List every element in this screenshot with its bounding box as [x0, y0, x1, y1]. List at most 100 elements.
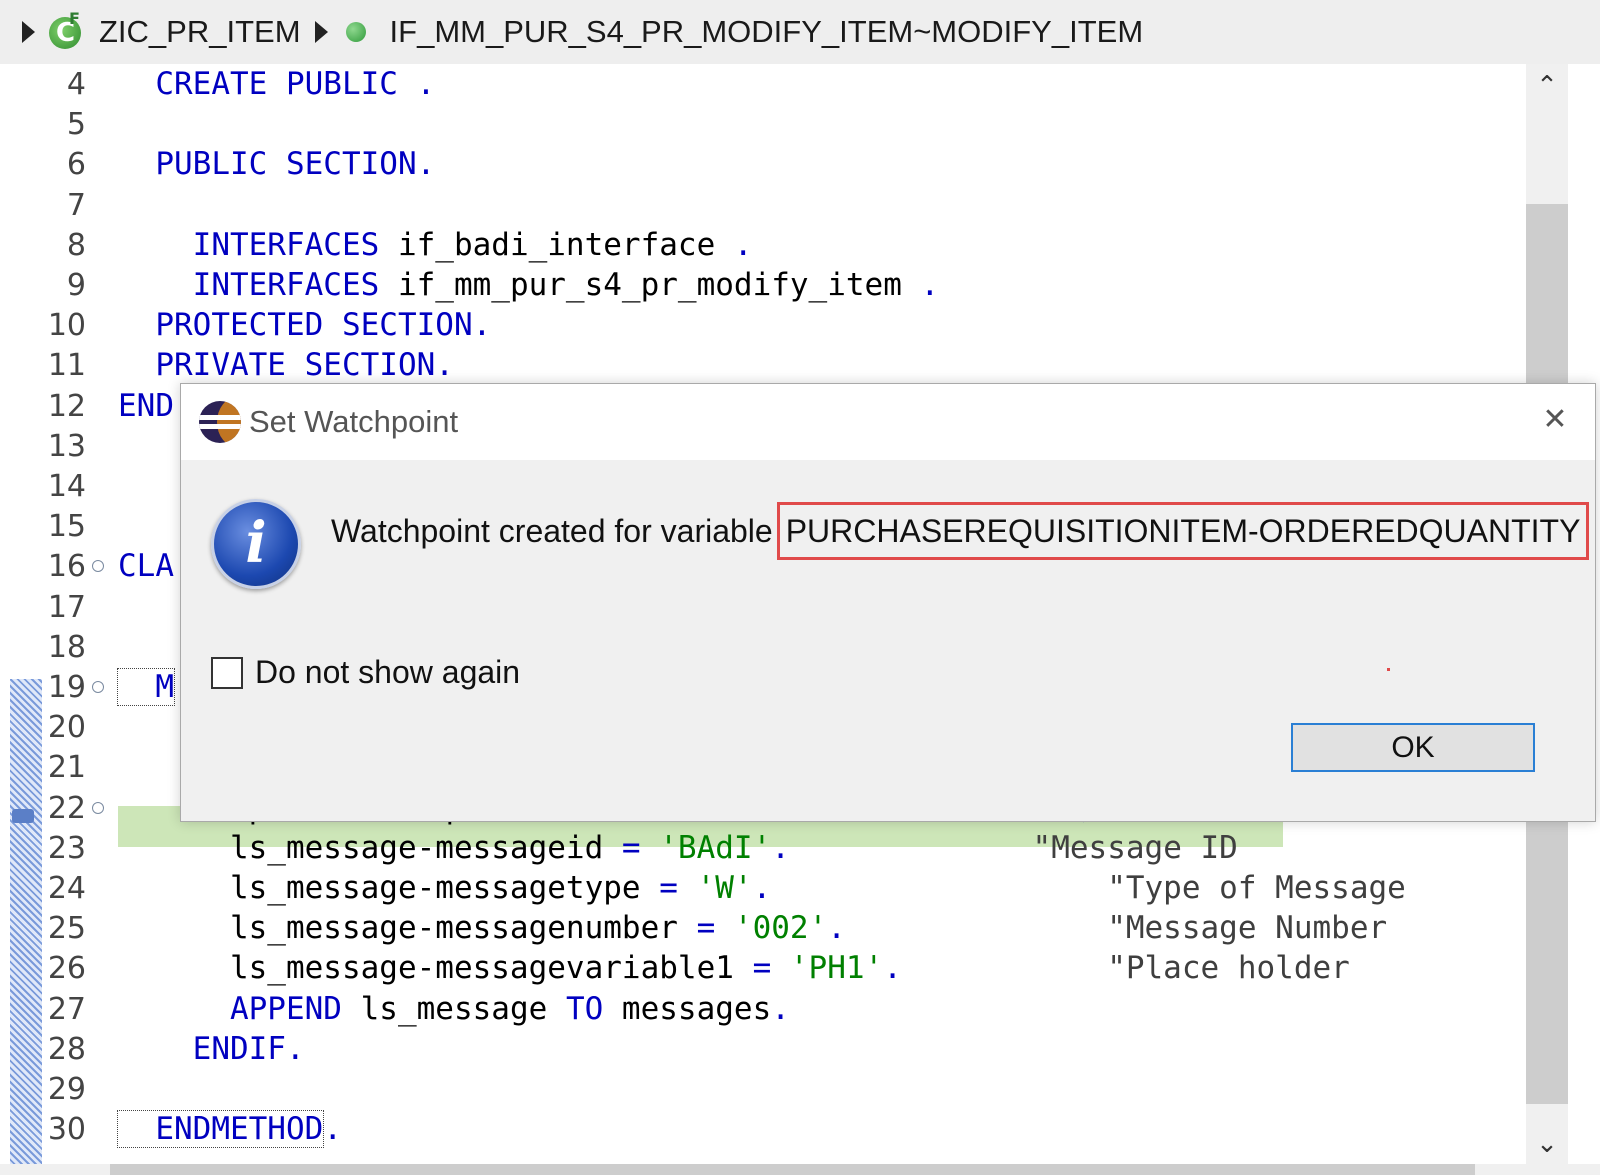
code-line[interactable]: 28 ENDIF. — [0, 1029, 1530, 1070]
class-icon: CF — [47, 9, 85, 51]
code-token: ENDIF. — [118, 1030, 305, 1067]
code-line[interactable]: 8 INTERFACES if_badi_interface . — [0, 225, 1530, 266]
code-line[interactable]: 5 — [0, 104, 1530, 145]
code-token: ls_message-messageid — [118, 829, 622, 866]
horizontal-scrollbar[interactable] — [0, 1164, 1600, 1175]
code-line[interactable]: 4 CREATE PUBLIC . — [0, 64, 1530, 105]
line-number: 13 — [47, 428, 86, 464]
breadcrumb-method[interactable]: IF_MM_PUR_S4_PR_MODIFY_ITEM~MODIFY_ITEM — [390, 14, 1144, 50]
line-number: 21 — [47, 750, 86, 786]
code-token: . — [771, 990, 790, 1027]
code-text: CREATE PUBLIC . — [118, 64, 435, 105]
code-line[interactable]: 24 ls_message-messagetype = 'W'. "Type o… — [0, 868, 1530, 909]
line-number: 23 — [47, 830, 86, 866]
code-text: ls_message-messagetype = 'W'. "Type of M… — [118, 868, 1406, 909]
line-number: 16 — [47, 549, 86, 585]
line-number: 10 — [47, 308, 86, 344]
code-line[interactable]: 23 ls_message-messageid = 'BAdI'. "Messa… — [0, 828, 1530, 869]
line-number: 12 — [47, 388, 86, 424]
code-token: PROTECTED SECTION. — [118, 307, 492, 344]
line-number: 19 — [47, 670, 86, 705]
method-icon — [345, 22, 366, 42]
fold-icon[interactable] — [92, 560, 104, 573]
line-number: 30 — [47, 1112, 86, 1148]
code-token: 'BAdI' — [640, 829, 772, 866]
code-token: . — [733, 226, 753, 263]
fold-icon[interactable] — [92, 801, 104, 814]
info-icon: i — [211, 499, 301, 589]
close-icon[interactable]: ✕ — [1535, 400, 1575, 440]
horizontal-scroll-thumb[interactable] — [110, 1164, 1475, 1175]
code-line[interactable]: 10 PROTECTED SECTION. — [0, 305, 1530, 346]
scroll-up-icon[interactable]: ⌃ — [1526, 66, 1568, 106]
stray-mark — [1387, 668, 1390, 671]
code-line[interactable]: 25 ls_message-messagenumber = '002'. "Me… — [0, 908, 1530, 949]
ok-button[interactable]: OK — [1291, 723, 1535, 772]
code-token: ls_message-messagetype — [118, 870, 660, 906]
code-line[interactable]: 27 APPEND ls_message TO messages. — [0, 989, 1530, 1030]
code-line[interactable]: 30 ENDMETHOD. — [0, 1109, 1530, 1150]
code-token: CREATE PUBLIC . — [118, 66, 436, 102]
code-token: if_mm_pur_s4_pr_modify_item — [379, 267, 921, 303]
dialog-titlebar[interactable]: Set Watchpoint ✕ — [181, 384, 1595, 460]
code-text: ls_message-messagenumber = '002'. "Messa… — [118, 908, 1387, 949]
code-token: END — [118, 387, 174, 424]
breadcrumb-class[interactable]: ZIC_PR_ITEM — [99, 14, 301, 50]
code-token: TO — [565, 990, 604, 1027]
code-line[interactable]: 7 — [0, 185, 1530, 226]
line-number: 7 — [66, 187, 86, 223]
code-token: = — [752, 950, 772, 987]
line-number: 24 — [47, 871, 86, 906]
code-line[interactable]: 9 INTERFACES if_mm_pur_s4_pr_modify_item… — [0, 265, 1530, 306]
line-number: 8 — [66, 227, 86, 263]
code-token: . — [827, 910, 846, 947]
code-line[interactable]: 29 — [0, 1069, 1530, 1110]
code-token: . — [883, 950, 902, 987]
code-token: = — [659, 870, 678, 906]
code-text: END — [118, 386, 174, 427]
line-number: 22 — [47, 790, 86, 826]
code-text: ENDMETHOD. — [116, 1109, 342, 1150]
line-number: 17 — [47, 589, 86, 625]
code-token: 'PH1' — [771, 950, 884, 987]
code-token: INTERFACES — [118, 226, 380, 263]
code-token: 'W' — [677, 870, 753, 906]
code-text: ls_message-messagevariable1 = 'PH1'. "Pl… — [118, 948, 1350, 989]
code-token: CLA — [118, 548, 174, 585]
expand-arrow-icon[interactable] — [22, 21, 35, 43]
code-text: M — [117, 667, 175, 708]
code-token: . — [752, 870, 772, 906]
breadcrumb-separator-icon[interactable] — [314, 21, 328, 43]
code-line[interactable]: 11 PRIVATE SECTION. — [0, 345, 1530, 386]
code-line[interactable]: 26 ls_message-messagevariable1 = 'PH1'. … — [0, 948, 1530, 989]
line-number: 18 — [47, 629, 86, 665]
line-number: 15 — [47, 509, 86, 545]
line-number: 6 — [66, 147, 86, 183]
code-text: INTERFACES if_mm_pur_s4_pr_modify_item . — [118, 265, 940, 306]
code-line[interactable]: 6 PUBLIC SECTION. — [0, 144, 1530, 185]
line-number: 26 — [47, 951, 86, 987]
code-token: "Place holder — [901, 950, 1350, 987]
code-text: ls_message-messageid = 'BAdI'. "Message … — [118, 828, 1238, 869]
do-not-show-checkbox[interactable] — [211, 656, 243, 689]
code-token: ENDMETHOD — [116, 1110, 325, 1149]
code-token: INTERFACES — [118, 267, 380, 303]
code-text: CLA — [118, 546, 174, 587]
message-text: Watchpoint created for variable — [331, 513, 773, 549]
code-token: M — [117, 668, 175, 706]
code-token: ls_message-messagevariable1 — [118, 950, 753, 987]
code-text: APPEND ls_message TO messages. — [118, 989, 790, 1030]
code-token: = — [696, 910, 716, 947]
eclipse-icon — [199, 401, 241, 443]
line-number: 29 — [47, 1072, 86, 1107]
line-number: 11 — [47, 348, 86, 384]
do-not-show-row[interactable]: Do not show again — [211, 654, 520, 691]
code-text: PRIVATE SECTION. — [118, 345, 454, 386]
checkbox-label[interactable]: Do not show again — [255, 654, 520, 691]
code-token: PRIVATE SECTION. — [118, 347, 454, 384]
line-number: 14 — [47, 469, 86, 504]
code-token: APPEND — [118, 990, 342, 1027]
line-number: 27 — [47, 991, 86, 1027]
scroll-down-icon[interactable]: ⌄ — [1526, 1124, 1568, 1164]
fold-icon[interactable] — [92, 681, 104, 693]
